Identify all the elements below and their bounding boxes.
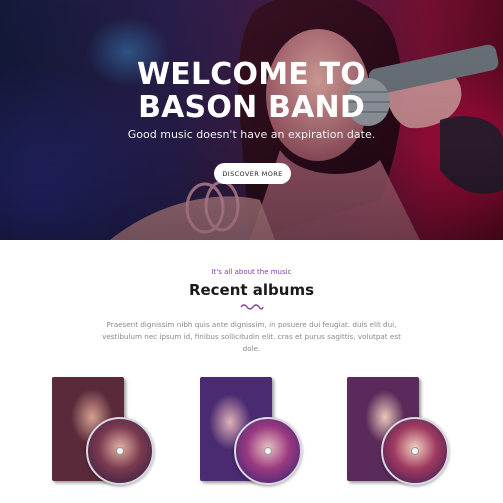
discover-more-button[interactable]: DISCOVER MORE bbox=[214, 163, 291, 184]
disc-hole bbox=[116, 447, 124, 455]
hero-title: WELCOME TO BASON BAND bbox=[0, 58, 503, 124]
wave-divider-icon bbox=[240, 304, 264, 310]
hero-subtitle: Good music doesn't have an expiration da… bbox=[127, 128, 376, 141]
album-card-2[interactable] bbox=[196, 375, 306, 490]
section-eyebrow: It's all about the music bbox=[211, 268, 292, 276]
section-title: Recent albums bbox=[188, 281, 315, 299]
hero-title-line-2: BASON BAND bbox=[138, 90, 365, 125]
album-disc bbox=[381, 417, 449, 485]
hero-banner: WELCOME TO BASON BAND Good music doesn't… bbox=[0, 0, 503, 240]
album-card-1[interactable] bbox=[48, 375, 158, 490]
section-description: Praesent dignissim nibh quis ante dignis… bbox=[102, 320, 401, 353]
album-disc bbox=[234, 417, 302, 485]
album-disc bbox=[86, 417, 154, 485]
album-card-3[interactable] bbox=[343, 375, 453, 490]
hero-title-line-1: WELCOME TO bbox=[137, 57, 366, 92]
disc-hole bbox=[264, 447, 272, 455]
disc-hole bbox=[411, 447, 419, 455]
